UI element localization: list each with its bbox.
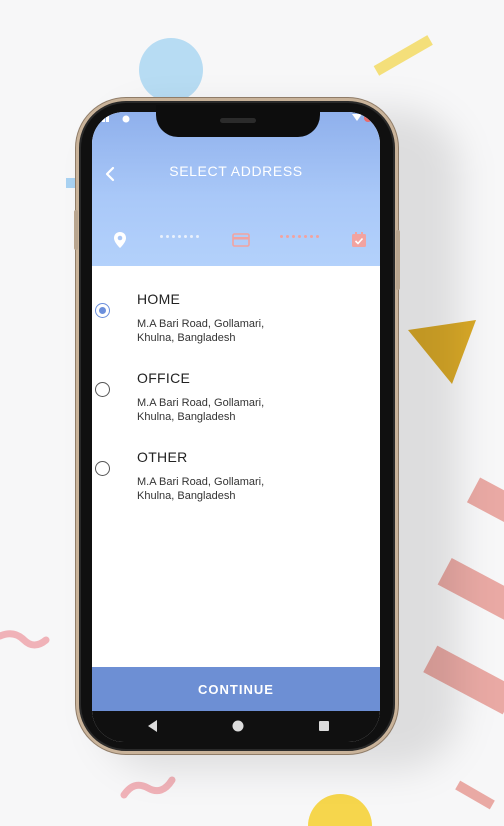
status-bar-right [348,112,372,127]
credit-card-icon [232,233,250,247]
address-option-home[interactable]: HOME M.A Bari Road, Gollamari, Khulna, B… [92,266,380,344]
blue-circle-shape [139,38,203,102]
wifi-icon [352,114,372,122]
address-label: OTHER [137,449,188,465]
address-label: OFFICE [137,370,191,386]
yellow-stripe-shape [373,35,433,76]
address-line-1: M.A Bari Road, Gollamari, [137,397,265,409]
pink-squiggle-left [0,630,50,649]
radio-button-other[interactable] [95,461,110,476]
pink-stripe-1 [466,477,504,531]
nav-home-icon[interactable] [231,719,245,733]
nav-recents-icon[interactable] [317,719,331,733]
step-connector-2 [280,235,319,241]
page-title: SELECT ADDRESS [169,163,303,179]
settings-icon [122,115,130,123]
address-line-1: M.A Bari Road, Gollamari, [137,476,265,488]
address-line-2: Khulna, Bangladesh [137,490,236,502]
address-text: M.A Bari Road, Gollamari, Khulna, Bangla… [137,475,297,503]
address-label: HOME [137,291,181,307]
check-calendar-icon [352,232,366,247]
address-line-2: Khulna, Bangladesh [137,411,236,423]
status-bar-left [102,114,132,128]
app-screen: SELECT ADDRESS HOME M.A Bari Road, Golla… [92,112,380,742]
continue-button[interactable]: CONTINUE [92,667,380,711]
address-option-other[interactable]: OTHER M.A Bari Road, Gollamari, Khulna, … [92,424,380,502]
pink-squiggle-bottom [120,776,176,799]
checkout-stepper [92,228,380,252]
step-connector-1 [160,235,199,241]
address-text: M.A Bari Road, Gollamari, Khulna, Bangla… [137,396,297,424]
radio-button-office[interactable] [95,382,110,397]
yellow-circle-shape [308,794,372,826]
android-nav-bar [92,711,380,742]
nav-back-icon[interactable] [146,719,160,733]
phone-speaker [220,118,256,123]
status-icons [102,115,130,123]
radio-button-home[interactable] [95,303,110,318]
blue-small-shape [66,178,76,188]
phone-volume-button [74,210,78,250]
pink-small-shape [455,780,495,810]
address-line-2: Khulna, Bangladesh [137,332,236,344]
address-option-office[interactable]: OFFICE M.A Bari Road, Gollamari, Khulna,… [92,345,380,423]
address-text: M.A Bari Road, Gollamari, Khulna, Bangla… [137,317,297,345]
location-pin-icon [114,232,126,248]
phone-side-button [396,230,400,290]
address-line-1: M.A Bari Road, Gollamari, [137,318,265,330]
